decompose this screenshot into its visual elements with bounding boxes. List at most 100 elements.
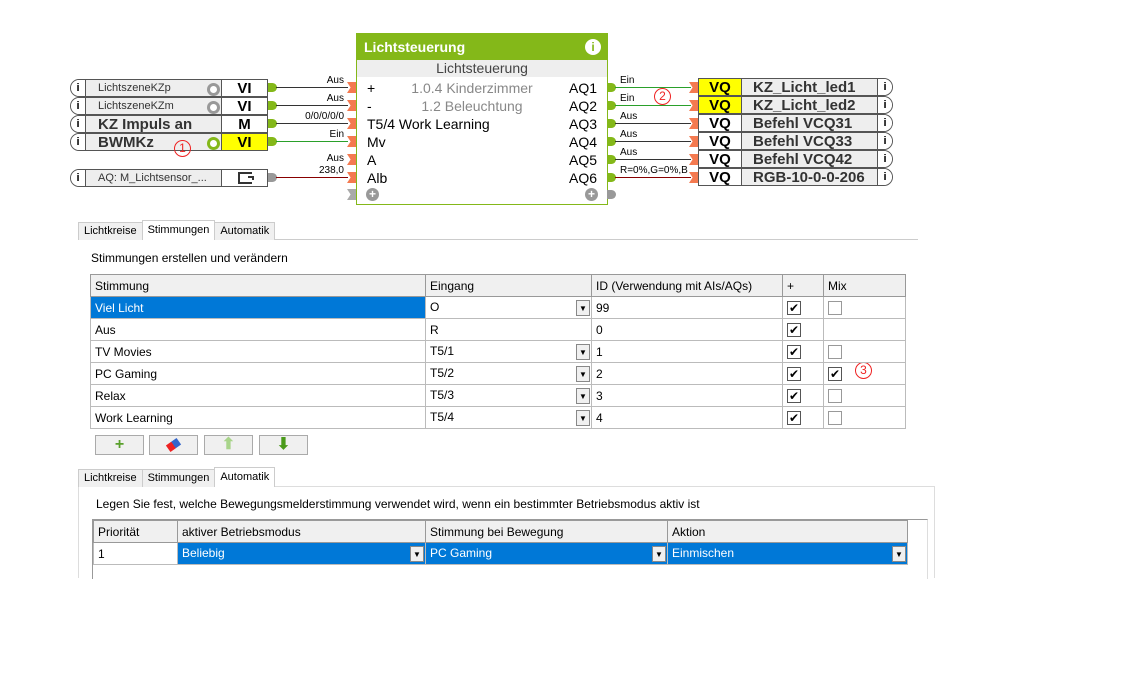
output-block[interactable]: VQ RGB-10-0-0-206 i — [698, 168, 893, 186]
mood-name-cell[interactable]: TV Movies — [90, 340, 426, 363]
chevron-down-icon[interactable]: ▼ — [576, 365, 590, 382]
column-header[interactable]: + — [782, 274, 824, 297]
chevron-down-icon[interactable]: ▼ — [576, 409, 590, 426]
connection-wire[interactable] — [615, 87, 691, 88]
chevron-down-icon[interactable]: ▼ — [576, 343, 590, 360]
connection-wire[interactable] — [615, 141, 691, 142]
tab-lichtkreise[interactable]: Lichtkreise — [78, 469, 143, 487]
table-row[interactable]: Relax ▼ T5/3 3 ✔ — [90, 384, 906, 407]
tab-stimmungen[interactable]: Stimmungen — [141, 220, 216, 240]
input-select[interactable]: ▼ T5/2 — [425, 362, 592, 385]
input-select[interactable]: ▼ T5/3 — [425, 384, 592, 407]
table-row[interactable]: Aus R 0 ✔ — [90, 318, 906, 341]
connection-wire[interactable] — [615, 159, 691, 160]
connection-wire[interactable] — [276, 87, 348, 88]
id-cell[interactable]: 1 — [591, 340, 783, 363]
id-cell[interactable]: 4 — [591, 406, 783, 429]
mood-name-cell[interactable]: Work Learning — [90, 406, 426, 429]
tab-automatik[interactable]: Automatik — [214, 222, 276, 240]
input-connector[interactable] — [347, 154, 356, 165]
input-select[interactable]: R — [425, 318, 592, 341]
tab-stimmungen[interactable]: Stimmungen — [141, 469, 216, 487]
id-cell[interactable]: 99 — [591, 296, 783, 319]
mood-select[interactable]: ▼ PC Gaming — [425, 542, 668, 565]
mood-name-cell[interactable]: Relax — [90, 384, 426, 407]
column-header[interactable]: ID (Verwendung mit AIs/AQs) — [591, 274, 783, 297]
delete-button[interactable] — [149, 435, 198, 455]
plus-checkbox[interactable]: ✔ — [787, 344, 801, 359]
chevron-down-icon[interactable]: ▼ — [652, 545, 666, 562]
info-icon[interactable]: i — [877, 169, 892, 185]
table-row[interactable]: Viel Licht ▼ O 99 ✔ — [90, 296, 906, 319]
mode-select[interactable]: ▼ Beliebig — [177, 542, 426, 565]
input-block[interactable]: i LichtszeneKZm VI — [70, 97, 268, 115]
chevron-down-icon[interactable]: ▼ — [576, 299, 590, 316]
move-up-button[interactable]: ⬆ — [204, 435, 253, 455]
mood-name-cell[interactable]: Viel Licht — [90, 296, 426, 319]
connection-wire[interactable] — [276, 105, 348, 106]
chevron-down-icon[interactable]: ▼ — [576, 387, 590, 404]
column-header[interactable]: Eingang — [425, 274, 592, 297]
add-button[interactable]: + — [95, 435, 144, 455]
column-header[interactable]: aktiver Betriebsmodus — [177, 520, 426, 543]
column-header[interactable]: Stimmung bei Bewegung — [425, 520, 668, 543]
plus-checkbox[interactable]: ✔ — [787, 322, 801, 337]
connection-wire[interactable] — [276, 141, 348, 142]
info-icon[interactable]: i — [71, 98, 86, 114]
input-select[interactable]: ▼ O — [425, 296, 592, 319]
info-icon[interactable]: i — [877, 151, 892, 167]
input-connector[interactable] — [347, 136, 356, 147]
mix-checkbox[interactable]: ✔ — [828, 366, 842, 381]
add-input-icon[interactable]: + — [366, 188, 379, 201]
column-header[interactable]: Mix — [823, 274, 906, 297]
info-icon[interactable]: i — [585, 39, 601, 55]
table-row[interactable]: TV Movies ▼ T5/1 1 ✔ — [90, 340, 906, 363]
mood-name-cell[interactable]: Aus — [90, 318, 426, 341]
action-select[interactable]: ▼ Einmischen — [667, 542, 908, 565]
chevron-down-icon[interactable]: ▼ — [410, 545, 424, 562]
output-block[interactable]: VQ KZ_Licht_led2 i — [698, 96, 893, 114]
table-row[interactable]: Work Learning ▼ T5/4 4 ✔ — [90, 406, 906, 429]
output-block[interactable]: VQ Befehl VCQ42 i — [698, 150, 893, 168]
mix-checkbox[interactable] — [828, 344, 842, 359]
plus-checkbox[interactable]: ✔ — [787, 410, 801, 425]
input-connector[interactable] — [347, 82, 356, 93]
input-connector[interactable] — [347, 172, 356, 183]
info-icon[interactable]: i — [877, 115, 892, 131]
info-icon[interactable]: i — [877, 133, 892, 149]
plus-checkbox[interactable]: ✔ — [787, 388, 801, 403]
id-cell[interactable]: 2 — [591, 362, 783, 385]
plus-checkbox[interactable]: ✔ — [787, 366, 801, 381]
tab-lichtkreise[interactable]: Lichtkreise — [78, 222, 143, 240]
column-header[interactable]: Aktion — [667, 520, 908, 543]
mix-checkbox[interactable] — [828, 410, 842, 425]
info-icon[interactable]: i — [71, 134, 86, 150]
connection-wire[interactable] — [276, 177, 348, 178]
output-block[interactable]: VQ Befehl VCQ33 i — [698, 132, 893, 150]
column-header[interactable]: Stimmung — [90, 274, 426, 297]
connection-wire[interactable] — [615, 177, 691, 178]
function-block-lichtsteuerung[interactable]: Lichtsteuerung i Lichtsteuerung +1.0.4 Ki… — [356, 33, 608, 205]
chevron-down-icon[interactable]: ▼ — [892, 545, 906, 562]
connection-wire[interactable] — [615, 123, 691, 124]
input-block[interactable]: i KZ Impuls an M — [70, 115, 268, 133]
connection-wire[interactable] — [276, 123, 348, 124]
output-block[interactable]: VQ Befehl VCQ31 i — [698, 114, 893, 132]
connection-wire[interactable] — [615, 105, 691, 106]
mix-checkbox[interactable] — [828, 388, 842, 403]
id-cell[interactable]: 0 — [591, 318, 783, 341]
move-down-button[interactable]: ⬇ — [259, 435, 308, 455]
table-row[interactable]: PC Gaming ▼ T5/2 2 ✔ ✔ — [90, 362, 906, 385]
info-icon[interactable]: i — [71, 80, 86, 96]
mix-checkbox[interactable] — [828, 300, 842, 315]
table-row[interactable]: 1 ▼ Beliebig ▼ PC Gaming ▼ Einmischen — [93, 542, 908, 565]
info-icon[interactable]: i — [877, 97, 892, 113]
info-icon[interactable]: i — [71, 116, 86, 132]
mood-name-cell[interactable]: PC Gaming — [90, 362, 426, 385]
input-block[interactable]: i BWMKz VI — [70, 133, 268, 151]
tab-automatik[interactable]: Automatik — [214, 467, 276, 487]
input-select[interactable]: ▼ T5/1 — [425, 340, 592, 363]
input-connector[interactable] — [347, 100, 356, 111]
info-icon[interactable]: i — [877, 79, 892, 95]
input-connector[interactable] — [347, 118, 356, 129]
